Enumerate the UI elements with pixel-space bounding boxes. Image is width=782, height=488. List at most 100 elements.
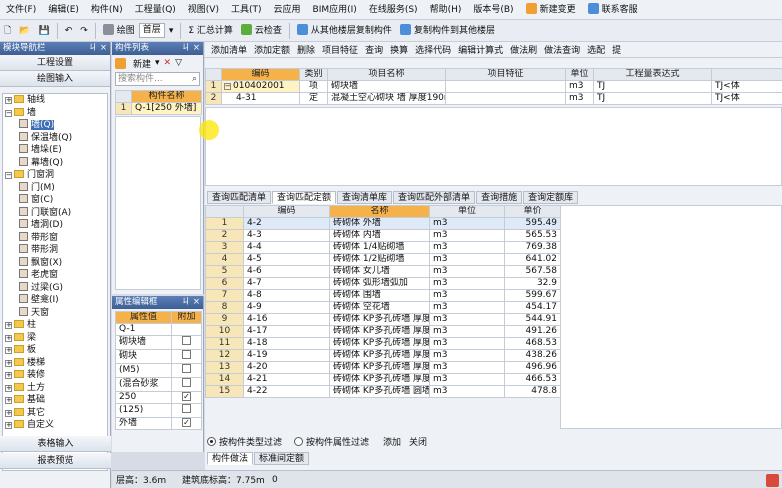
query-cell-unit[interactable]: m3 bbox=[429, 289, 505, 302]
query-tab[interactable]: 查询匹配定额 bbox=[272, 190, 337, 204]
query-cell-code[interactable]: 4-20 bbox=[243, 361, 330, 374]
query-cell-unit[interactable]: m3 bbox=[429, 241, 505, 254]
tree-expander-icon[interactable]: + bbox=[5, 359, 12, 367]
tree-node[interactable]: + 装修 bbox=[3, 369, 107, 382]
tree-node[interactable]: + 楼梯 bbox=[3, 357, 107, 370]
menu-tools[interactable]: 工具(T) bbox=[225, 0, 268, 20]
checkbox-unchecked[interactable] bbox=[182, 336, 191, 345]
query-cell-name[interactable]: 砖砌体 外墙 bbox=[329, 217, 430, 230]
quantity-cell-code[interactable]: −010402001 bbox=[221, 80, 300, 93]
query-cell-name[interactable]: 砖砌体 KP多孔砖墙 厚度190mm bbox=[329, 337, 430, 350]
query-cell-code[interactable]: 4-5 bbox=[243, 253, 330, 266]
query-cell-price[interactable]: 565.53 bbox=[504, 229, 561, 242]
query-cell-code[interactable]: 4-3 bbox=[243, 229, 330, 242]
property-value[interactable]: 砌块墙 bbox=[115, 335, 172, 350]
copy-from-floor-button[interactable]: 从其他楼层复制构件 bbox=[293, 20, 396, 42]
query-cell-code[interactable]: 4-17 bbox=[243, 325, 330, 338]
quantity-cell-feature[interactable] bbox=[445, 92, 566, 105]
query-cell-unit[interactable]: m3 bbox=[429, 253, 505, 266]
close-button[interactable]: 关闭 bbox=[409, 435, 427, 448]
query-cell-unit[interactable]: m3 bbox=[429, 349, 505, 362]
query-cell-name[interactable]: 砖砌体 空花墙 bbox=[329, 301, 430, 314]
redo-icon[interactable]: ↷ bbox=[76, 20, 92, 42]
tree-node[interactable]: + 土方 bbox=[3, 382, 107, 395]
quantity-cell-unit[interactable]: m3 bbox=[565, 80, 594, 93]
query-cell-price[interactable]: 454.17 bbox=[504, 301, 561, 314]
menu-online-service[interactable]: 在线服务(S) bbox=[363, 0, 424, 20]
query-cell-price[interactable]: 595.49 bbox=[504, 217, 561, 230]
property-value[interactable]: (M5) bbox=[115, 363, 172, 378]
query-cell-price[interactable]: 544.91 bbox=[504, 313, 561, 326]
quantity-toolbar-button[interactable]: 删除 bbox=[294, 43, 318, 56]
query-row[interactable]: 124-19砖砌体 KP多孔砖墙 厚度240mmm3438.26 bbox=[205, 349, 561, 362]
property-value[interactable]: 250 bbox=[115, 391, 172, 404]
checkbox-checked[interactable]: ✓ bbox=[182, 418, 191, 427]
query-cell-code[interactable]: 4-7 bbox=[243, 277, 330, 290]
quantity-toolbar-button[interactable]: 项目特征 bbox=[319, 43, 361, 56]
tab-component-method[interactable]: 构件做法 bbox=[207, 452, 254, 465]
query-row[interactable]: 134-20砖砌体 KP多孔砖墙 厚度290mmm3496.96 bbox=[205, 361, 561, 374]
tree-node[interactable]: 门(M) bbox=[3, 181, 107, 195]
query-cell-unit[interactable]: m3 bbox=[429, 277, 505, 290]
tree-node[interactable]: 天窗 bbox=[3, 306, 107, 320]
undo-icon[interactable]: ↶ bbox=[61, 20, 77, 42]
property-row[interactable]: 砌块墙 bbox=[115, 335, 202, 350]
tree-node[interactable]: 墙垛(E) bbox=[3, 144, 107, 157]
chevron-down-icon[interactable]: ▾ bbox=[155, 58, 160, 68]
property-value[interactable]: (125) bbox=[115, 403, 172, 418]
checkbox-unchecked[interactable] bbox=[182, 378, 191, 387]
project-settings-button[interactable]: 工程设置 bbox=[0, 55, 110, 71]
filter-icon[interactable]: ▽ bbox=[175, 58, 182, 68]
quantity-cell-unit[interactable]: m3 bbox=[565, 92, 594, 105]
tree-expander-icon[interactable]: + bbox=[5, 322, 12, 329]
menu-contact-service[interactable]: 联系客服 bbox=[582, 0, 644, 20]
query-tab[interactable]: 查询清单库 bbox=[337, 190, 393, 204]
quantity-cell-category[interactable]: 项 bbox=[299, 80, 328, 93]
query-cell-unit[interactable]: m3 bbox=[429, 337, 505, 350]
query-cell-name[interactable]: 砖砌体 内墙 bbox=[329, 229, 430, 242]
report-preview-button[interactable]: 报表预览 bbox=[0, 453, 111, 469]
query-tab[interactable]: 查询定额库 bbox=[523, 190, 579, 204]
delete-icon[interactable]: ✕ bbox=[164, 58, 172, 68]
drawing-input-button[interactable]: 绘图输入 bbox=[0, 71, 110, 87]
tree-node[interactable]: 飘窗(X) bbox=[3, 256, 107, 270]
query-cell-code[interactable]: 4-4 bbox=[243, 241, 330, 254]
query-row[interactable]: 4 4-5 砖砌体 1/2贴砌墙 m3 641.02 bbox=[205, 253, 561, 266]
property-row[interactable]: (M5) bbox=[115, 363, 202, 378]
property-row[interactable]: 外墙 ✓ bbox=[115, 417, 202, 430]
query-cell-code[interactable]: 4-9 bbox=[243, 301, 330, 314]
query-cell-name[interactable]: 砖砌体 KP多孔砖墙 厚度290mm bbox=[329, 361, 430, 374]
pin-close-icon[interactable]: ㄐ × bbox=[182, 296, 200, 309]
quantity-row[interactable]: 2 4-31 定混凝土空心砌块 墙 厚度190mm m3TJTJ<体 bbox=[205, 92, 782, 105]
tree-expander-icon[interactable]: + bbox=[5, 397, 12, 404]
cloud-check-button[interactable]: 云检查 bbox=[237, 20, 286, 42]
tree-node[interactable]: 带形窗 bbox=[3, 231, 107, 245]
quantity-toolbar-button[interactable]: 添加定额 bbox=[251, 43, 293, 56]
sum-calc-button[interactable]: Σ 汇总计算 bbox=[184, 20, 237, 42]
checkbox-checked[interactable]: ✓ bbox=[182, 392, 191, 401]
query-cell-price[interactable]: 468.53 bbox=[504, 337, 561, 350]
query-cell-name[interactable]: 砖砌体 1/2贴砌墙 bbox=[329, 253, 430, 266]
query-cell-price[interactable]: 438.26 bbox=[504, 349, 561, 362]
chevron-down-icon[interactable]: ▾ bbox=[165, 20, 178, 42]
query-row[interactable]: 104-17砖砌体 KP多孔砖墙 厚度140mmm3491.26 bbox=[205, 325, 561, 338]
tree-node[interactable]: + 其它 bbox=[3, 407, 107, 420]
tree-expander-icon[interactable]: − bbox=[5, 109, 12, 117]
query-cell-price[interactable]: 491.26 bbox=[504, 325, 561, 338]
tree-expander-icon[interactable]: + bbox=[5, 409, 12, 417]
tree-node[interactable]: − 墙 bbox=[3, 107, 107, 120]
quantity-toolbar-button[interactable]: 提 bbox=[609, 43, 624, 56]
tree-node[interactable]: 幕墙(Q) bbox=[3, 156, 107, 170]
query-row[interactable]: 114-18砖砌体 KP多孔砖墙 厚度190mmm3468.53 bbox=[205, 337, 561, 350]
query-cell-price[interactable]: 466.53 bbox=[504, 373, 561, 386]
property-row[interactable]: (125) bbox=[115, 403, 202, 418]
query-cell-unit[interactable]: m3 bbox=[429, 265, 505, 278]
pin-close-icon[interactable]: ㄐ × bbox=[89, 42, 107, 55]
pin-close-icon[interactable]: ㄐ × bbox=[182, 42, 200, 55]
menu-new-change[interactable]: 新建变更 bbox=[520, 0, 582, 20]
query-row[interactable]: 144-21砖砌体 KP多孔砖墙 厚度340mmm3466.53 bbox=[205, 373, 561, 386]
query-row[interactable]: 15 4-22 砖砌体 KP多孔砖墙 圆墙 m3 478.8 bbox=[205, 385, 561, 398]
query-cell-code[interactable]: 4-2 bbox=[243, 217, 330, 230]
component-search-input[interactable]: 搜索构件... ⌕ bbox=[115, 72, 200, 86]
tree-node[interactable]: + 轴线 bbox=[3, 94, 107, 107]
